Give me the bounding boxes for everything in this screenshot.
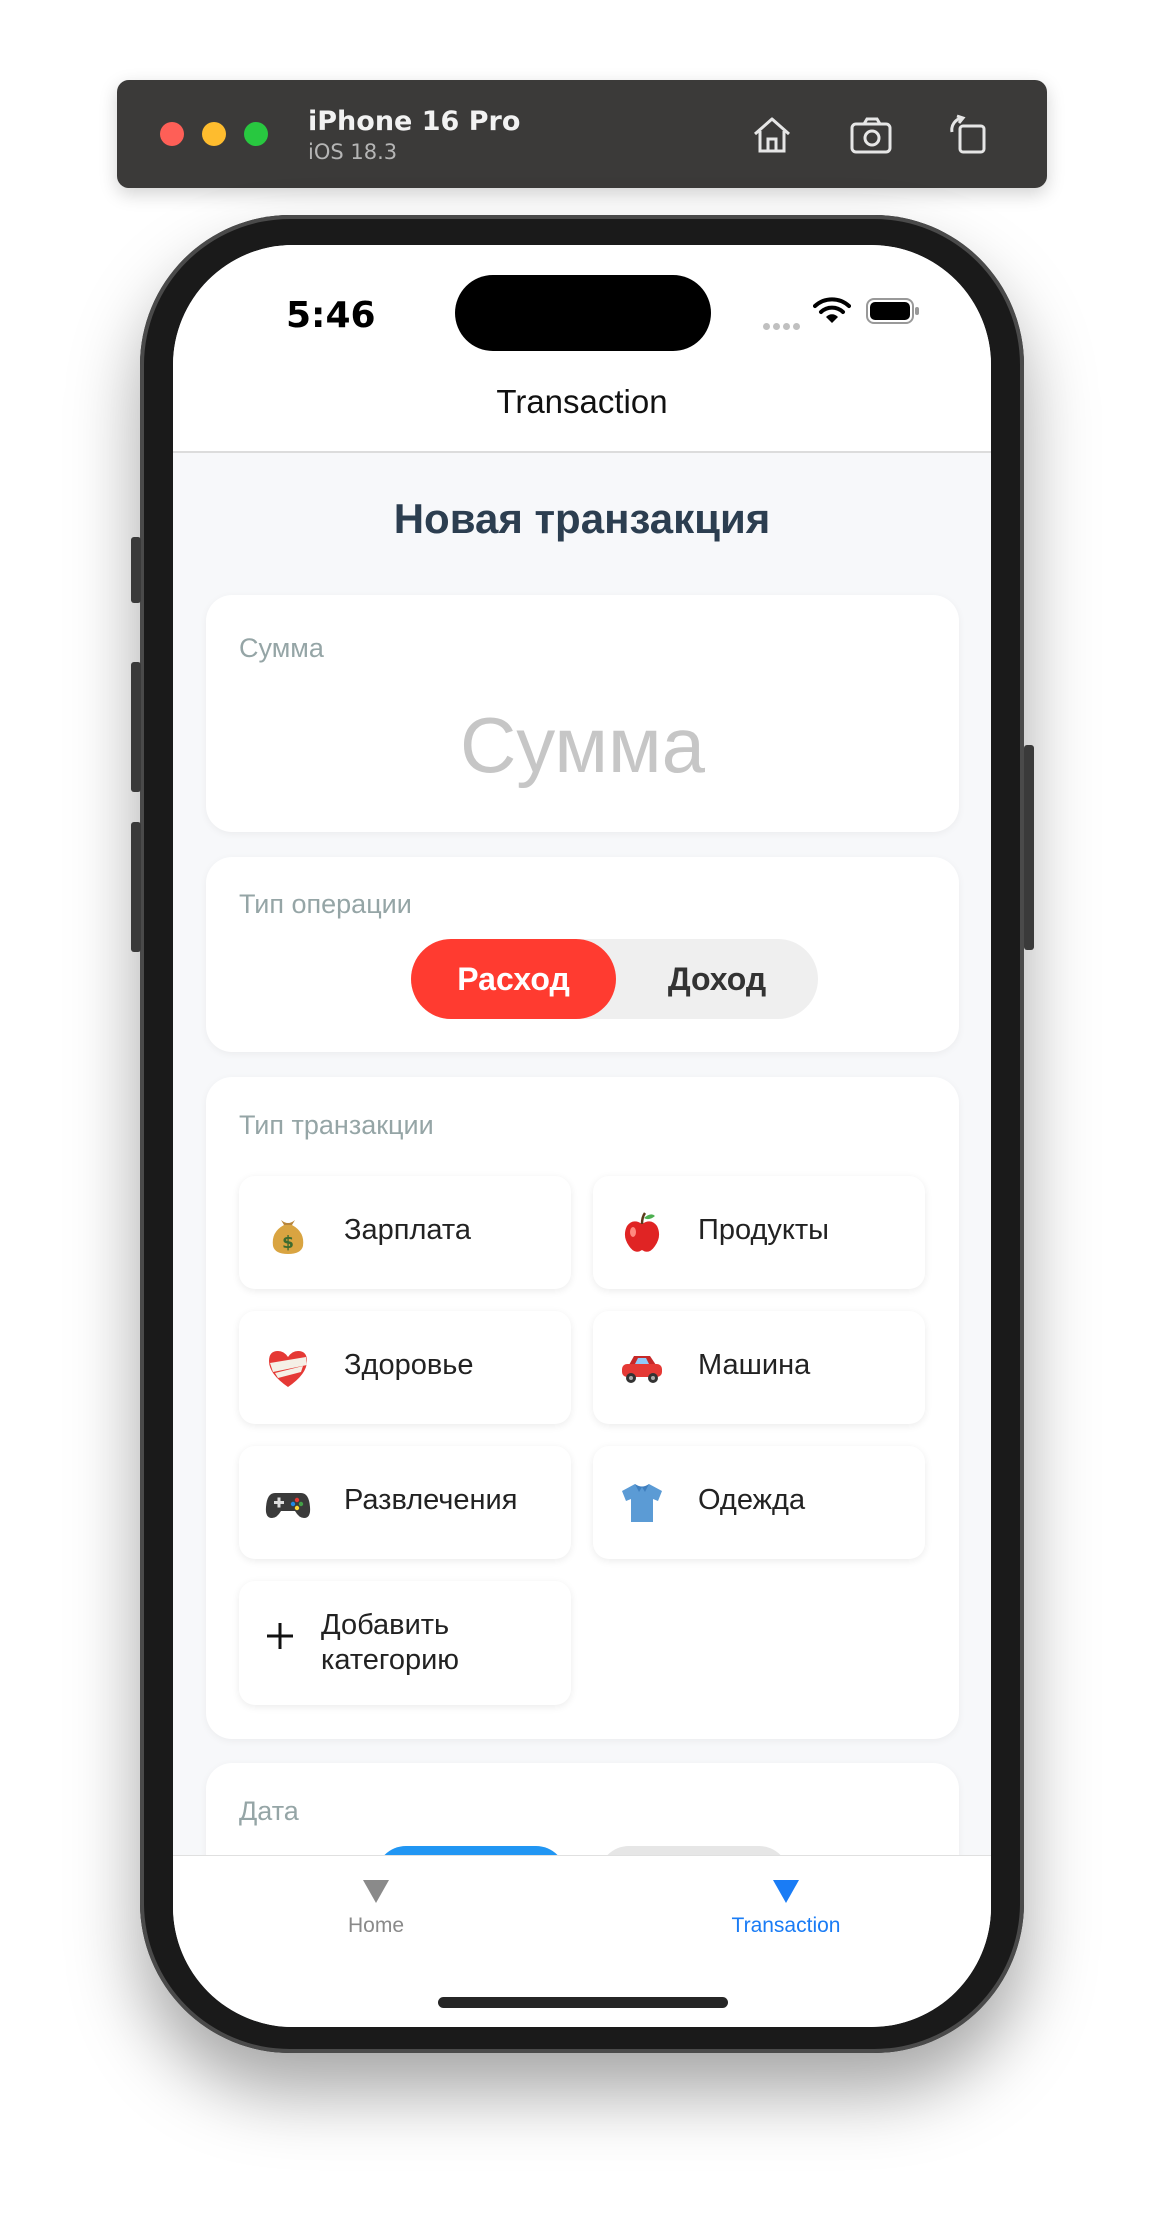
close-window-button[interactable] <box>160 122 184 146</box>
battery-icon <box>866 298 919 324</box>
wifi-icon <box>813 297 851 323</box>
operation-type-toggle: Расход Доход <box>411 939 818 1019</box>
action-button <box>131 537 141 603</box>
income-button[interactable]: Доход <box>616 939 818 1019</box>
category-label: Машина <box>698 1349 811 1381</box>
triangle-down-icon <box>363 1880 389 1903</box>
power-button <box>1024 745 1034 950</box>
game-controller-icon <box>265 1493 311 1518</box>
tab-home[interactable]: Home <box>296 1878 456 1938</box>
navigation-header: Transaction <box>173 355 991 453</box>
tab-transaction[interactable]: Transaction <box>706 1878 866 1938</box>
bandaged-heart-icon <box>269 1351 307 1387</box>
plus-icon <box>267 1623 293 1649</box>
os-version: iOS 18.3 <box>308 140 398 164</box>
page-title: Новая транзакция <box>393 495 771 542</box>
home-indicator[interactable] <box>438 1997 728 2008</box>
home-icon[interactable] <box>747 110 797 160</box>
money-bag-icon: $ <box>272 1220 304 1254</box>
category-salary[interactable]: $ Зарплата <box>239 1176 571 1289</box>
amount-label: Сумма <box>239 633 324 663</box>
rotate-icon[interactable] <box>944 110 994 160</box>
category-label: Развлечения <box>344 1484 518 1516</box>
tab-label: Transaction <box>731 1914 841 1937</box>
status-time: 5:46 <box>286 295 376 336</box>
svg-text:$: $ <box>282 1233 294 1253</box>
volume-up-button <box>131 662 141 792</box>
tab-label: Home <box>347 1914 405 1937</box>
nav-title: Transaction <box>496 383 668 420</box>
category-car[interactable]: Машина <box>593 1311 925 1424</box>
minimize-window-button[interactable] <box>202 122 226 146</box>
phone-screen: 5:46 Transaction Новая транзакция Сумма … <box>173 245 991 2027</box>
category-label: Здоровье <box>344 1349 474 1381</box>
operation-type-label: Тип операции <box>239 889 412 919</box>
category-clothing[interactable]: Одежда <box>593 1446 925 1559</box>
dynamic-island <box>455 275 711 351</box>
amount-card: Сумма <box>206 595 959 832</box>
simulator-toolbar: iPhone 16 Pro iOS 18.3 <box>117 80 1047 188</box>
amount-input[interactable] <box>239 695 926 795</box>
triangle-down-icon <box>773 1880 799 1903</box>
expense-button[interactable]: Расход <box>411 939 616 1019</box>
apple-icon <box>624 1212 660 1252</box>
status-bar: 5:46 <box>173 245 991 355</box>
add-category-label: Добавить категорию <box>321 1609 460 1676</box>
date-label: Дата <box>239 1796 299 1826</box>
operation-type-card: Тип операции Расход Доход <box>206 857 959 1052</box>
category-entertainment[interactable]: Развлечения <box>239 1446 571 1559</box>
category-label: Продукты <box>698 1214 830 1246</box>
transaction-type-card: Тип транзакции $ Зарплата Продукты Здоро… <box>206 1077 959 1739</box>
category-label: Зарплата <box>344 1214 471 1246</box>
shirt-icon <box>622 1484 662 1522</box>
category-groceries[interactable]: Продукты <box>593 1176 925 1289</box>
car-icon <box>622 1356 662 1383</box>
transaction-type-label: Тип транзакции <box>239 1110 434 1140</box>
volume-down-button <box>131 822 141 952</box>
add-category-button[interactable]: Добавить категорию <box>239 1581 571 1705</box>
device-name: iPhone 16 Pro <box>308 106 521 137</box>
category-health[interactable]: Здоровье <box>239 1311 571 1424</box>
zoom-window-button[interactable] <box>244 122 268 146</box>
cellular-icon <box>763 317 803 335</box>
category-label: Одежда <box>698 1484 806 1516</box>
screenshot-icon[interactable] <box>847 110 897 160</box>
